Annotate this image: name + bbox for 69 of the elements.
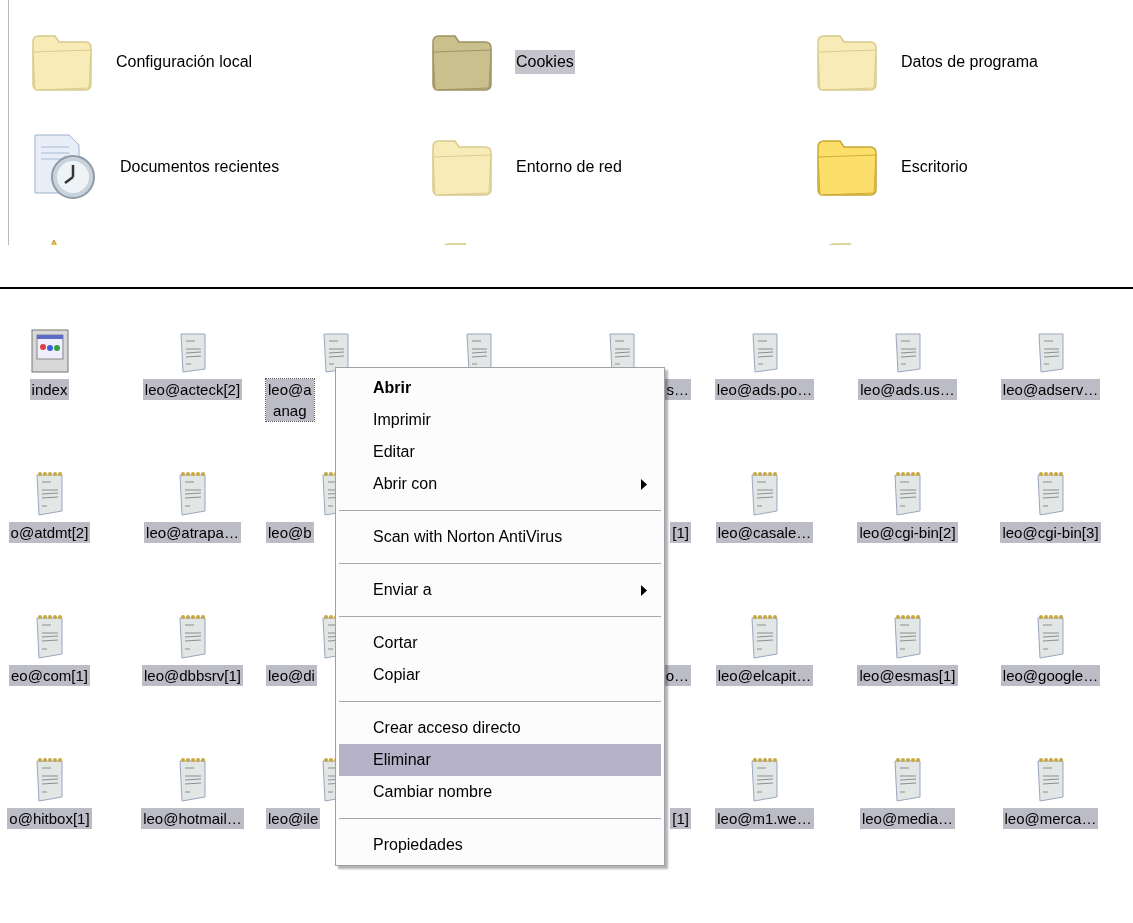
notepad-icon[interactable] xyxy=(177,756,208,802)
notepad-icon[interactable] xyxy=(892,756,923,802)
document-icon[interactable] xyxy=(178,333,207,373)
menu-item[interactable]: Imprimir xyxy=(339,404,661,436)
folder-label[interactable]: Entorno de red xyxy=(515,155,623,179)
file-label[interactable]: eo@com[1] xyxy=(9,665,90,686)
web-page-icon[interactable] xyxy=(30,329,69,373)
menu-item[interactable]: Editar xyxy=(339,436,661,468)
file-label[interactable]: leo@dbbsrv[1] xyxy=(142,665,243,686)
menu-item[interactable]: Eliminar xyxy=(339,744,661,776)
menu-item[interactable]: Cambiar nombre xyxy=(339,776,661,808)
file-label[interactable]: leo@google… xyxy=(1000,665,1101,686)
file-label[interactable]: leo@adserv… xyxy=(1000,379,1101,400)
notepad-icon[interactable] xyxy=(34,613,65,659)
menu-item[interactable]: Propiedades xyxy=(339,829,661,861)
menu-item[interactable]: Copiar xyxy=(339,659,661,691)
folder-label[interactable]: Datos de programa xyxy=(900,50,1039,74)
file-label[interactable]: leo@merca… xyxy=(1002,808,1099,829)
menu-item[interactable]: Crear acceso directo xyxy=(339,712,661,744)
menu-item[interactable]: Abrir xyxy=(339,372,661,404)
file-label[interactable]: o@atdmt[2] xyxy=(8,522,91,543)
file-label[interactable]: leo@atrapa… xyxy=(144,522,241,543)
file-label[interactable]: [1] xyxy=(670,808,691,829)
folder-label[interactable]: Documentos recientes xyxy=(119,155,281,179)
menu-item[interactable]: Abrir con xyxy=(339,468,661,500)
file-label[interactable]: s… xyxy=(664,379,691,400)
notepad-icon[interactable] xyxy=(1035,613,1066,659)
file-label[interactable]: leo@ads.us… xyxy=(858,379,957,400)
file-label[interactable]: o… xyxy=(663,665,691,686)
notepad-icon[interactable] xyxy=(177,613,208,659)
notepad-icon[interactable] xyxy=(749,756,780,802)
document-icon[interactable] xyxy=(750,333,779,373)
file-label[interactable]: leo@hotmail… xyxy=(141,808,244,829)
file-label[interactable]: leo@esmas[1] xyxy=(857,665,958,686)
notepad-icon[interactable] xyxy=(1035,756,1066,802)
folder-label[interactable]: Escritorio xyxy=(900,155,969,179)
file-label[interactable]: leo@ile xyxy=(266,808,321,829)
file-label[interactable]: leo@cgi-bin[2] xyxy=(857,522,958,543)
file-label[interactable]: leo@m1.we… xyxy=(715,808,814,829)
file-label[interactable]: [1] xyxy=(670,522,691,543)
file-label[interactable]: leo@ads.po… xyxy=(714,379,815,400)
notepad-icon[interactable] xyxy=(34,470,65,516)
notepad-icon[interactable] xyxy=(749,613,780,659)
menu-item[interactable]: Enviar a xyxy=(339,574,661,606)
notepad-icon[interactable] xyxy=(1035,470,1066,516)
notepad-icon[interactable] xyxy=(177,470,208,516)
menu-item[interactable]: Scan with Norton AntiVirus xyxy=(339,521,661,553)
file-label[interactable]: leo@cgi-bin[3] xyxy=(1000,522,1101,543)
file-label[interactable]: leo@a anag xyxy=(266,379,314,421)
file-label[interactable]: o@hitbox[1] xyxy=(7,808,92,829)
document-icon[interactable] xyxy=(321,333,350,373)
file-label[interactable]: leo@acteck[2] xyxy=(142,379,243,400)
file-label[interactable]: leo@media… xyxy=(859,808,956,829)
file-label[interactable]: leo@b xyxy=(266,522,314,543)
file-label[interactable]: leo@elcapit… xyxy=(715,665,814,686)
notepad-icon[interactable] xyxy=(34,756,65,802)
folder-label[interactable]: Configuración local xyxy=(115,50,254,74)
notepad-icon[interactable] xyxy=(749,470,780,516)
folder-label[interactable]: Cookies xyxy=(515,50,575,74)
file-label[interactable]: leo@casale… xyxy=(715,522,814,543)
document-icon[interactable] xyxy=(893,333,922,373)
notepad-icon[interactable] xyxy=(892,470,923,516)
submenu-arrow-icon xyxy=(641,584,647,596)
menu-item[interactable]: Cortar xyxy=(339,627,661,659)
file-label[interactable]: leo@di xyxy=(266,665,317,686)
file-label[interactable]: index xyxy=(29,379,70,400)
submenu-arrow-icon xyxy=(641,478,647,490)
document-icon[interactable] xyxy=(1036,333,1065,373)
notepad-icon[interactable] xyxy=(892,613,923,659)
